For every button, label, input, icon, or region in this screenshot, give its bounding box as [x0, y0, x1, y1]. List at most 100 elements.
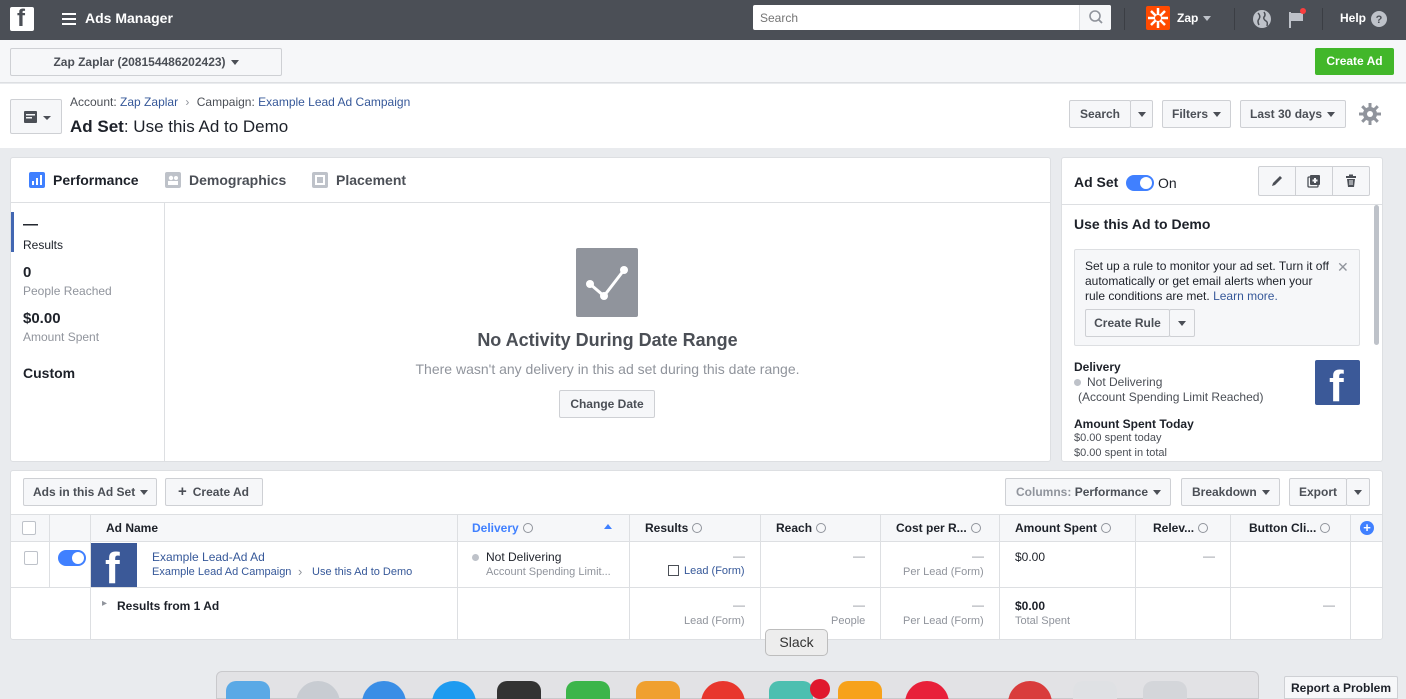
- ad-status-toggle[interactable]: [58, 550, 86, 566]
- search-dropdown-button[interactable]: [1130, 100, 1153, 128]
- dock-tooltip: Slack: [765, 629, 828, 656]
- column-relevance[interactable]: Relev...: [1153, 521, 1209, 535]
- ad-delivery-status: Not Delivering: [472, 550, 561, 564]
- column-results[interactable]: Results: [645, 521, 703, 535]
- change-date-button[interactable]: Change Date: [559, 390, 655, 418]
- info-icon[interactable]: [522, 522, 533, 533]
- close-icon[interactable]: ✕: [1337, 259, 1349, 276]
- facetime-icon[interactable]: [566, 681, 610, 699]
- account-name: Zap: [1177, 11, 1199, 25]
- ad-campaign-link[interactable]: Example Lead Ad Campaign: [152, 566, 291, 578]
- column-reach[interactable]: Reach: [776, 521, 827, 535]
- breadcrumb-campaign-link[interactable]: Example Lead Ad Campaign: [258, 95, 410, 109]
- grid-line: [760, 514, 761, 639]
- add-column-plus-icon[interactable]: +: [1360, 521, 1374, 535]
- filters-button[interactable]: Filters: [1162, 100, 1231, 128]
- facebook-logo-icon[interactable]: f: [10, 5, 34, 32]
- panel-scrollbar[interactable]: [1374, 205, 1379, 345]
- ad-set-actions: [1258, 166, 1370, 196]
- column-delivery[interactable]: Delivery: [472, 521, 533, 535]
- ad-preview-thumbnail[interactable]: f: [1315, 360, 1360, 405]
- grid-line: [1230, 514, 1231, 639]
- info-icon[interactable]: [970, 522, 981, 533]
- info-icon[interactable]: [1101, 522, 1111, 533]
- metric-reach-label[interactable]: People Reached: [23, 284, 112, 298]
- pencil-app-icon[interactable]: [636, 681, 680, 699]
- create-rule-dropdown[interactable]: [1169, 309, 1195, 337]
- app-title[interactable]: Ads Manager: [85, 10, 173, 26]
- menu-icon[interactable]: [62, 12, 76, 26]
- info-icon[interactable]: [816, 522, 827, 533]
- table-create-ad-button[interactable]: + Create Ad: [165, 478, 263, 506]
- breadcrumb-account-link[interactable]: Zap Zaplar: [120, 95, 178, 109]
- ads-scope-dropdown[interactable]: Ads in this Ad Set: [23, 478, 157, 506]
- duplicate-icon[interactable]: [1296, 167, 1333, 195]
- search-button[interactable]: [1079, 5, 1111, 30]
- settings-gear-icon[interactable]: [1358, 102, 1382, 126]
- column-cost-per-result[interactable]: Cost per R...: [896, 521, 981, 535]
- column-ad-name[interactable]: Ad Name: [106, 521, 158, 535]
- globe-icon[interactable]: [1252, 9, 1272, 29]
- info-icon[interactable]: [1320, 522, 1331, 533]
- tab-demographics[interactable]: Demographics: [189, 172, 286, 188]
- select-all-checkbox[interactable]: [22, 521, 36, 535]
- metric-spent-value[interactable]: $0.00: [23, 310, 61, 327]
- expand-chevron-icon[interactable]: ▸: [102, 598, 107, 609]
- finder-icon[interactable]: [226, 681, 270, 699]
- delete-trash-icon[interactable]: [1333, 167, 1369, 195]
- ad-adset-link[interactable]: Use this Ad to Demo: [312, 566, 412, 578]
- row-checkbox[interactable]: [24, 551, 38, 565]
- slack-icon[interactable]: [769, 681, 813, 699]
- ad-thumbnail[interactable]: f: [91, 543, 137, 587]
- flag-icon[interactable]: [1286, 8, 1308, 30]
- amount-spent-today-value: $0.00 spent today: [1074, 432, 1162, 444]
- ad-set-status-toggle[interactable]: [1126, 175, 1154, 191]
- metric-results-value[interactable]: —: [23, 216, 38, 233]
- tab-placement[interactable]: Placement: [336, 172, 406, 188]
- export-dropdown[interactable]: [1346, 478, 1370, 506]
- music-app-icon[interactable]: [838, 681, 882, 699]
- breakdown-button[interactable]: Breakdown: [1181, 478, 1280, 506]
- export-button[interactable]: Export: [1289, 478, 1347, 506]
- grid-line: [11, 587, 1382, 588]
- columns-value: Performance: [1074, 485, 1149, 499]
- columns-selector[interactable]: Columns: Performance: [1005, 478, 1171, 506]
- metric-results-label[interactable]: Results: [23, 238, 63, 252]
- tab-performance[interactable]: Performance: [53, 172, 139, 188]
- preview-icon[interactable]: [1073, 681, 1117, 699]
- report-a-problem-button[interactable]: Report a Problem: [1284, 676, 1398, 699]
- create-ad-button[interactable]: Create Ad: [1315, 48, 1394, 75]
- chevron-down-icon: [1153, 490, 1162, 496]
- account-menu[interactable]: Zap: [1177, 11, 1212, 25]
- info-icon[interactable]: [1198, 522, 1209, 533]
- help-menu[interactable]: Help: [1340, 11, 1366, 25]
- view-switcher-button[interactable]: [10, 99, 62, 134]
- trash-icon[interactable]: [1143, 681, 1187, 699]
- ad-name-link[interactable]: Example Lead-Ad Ad: [152, 550, 265, 564]
- ad-account-selector[interactable]: Zap Zaplar (208154486202423): [10, 48, 282, 76]
- ad-results-type[interactable]: Lead (Form): [668, 564, 745, 577]
- chevron-down-icon: [1203, 16, 1212, 22]
- account-avatar-icon[interactable]: [1146, 6, 1170, 30]
- topbar-divider: [1124, 8, 1125, 30]
- metric-custom-link[interactable]: Custom: [23, 365, 75, 381]
- metric-spent-label[interactable]: Amount Spent: [23, 330, 99, 344]
- help-icon[interactable]: ?: [1370, 10, 1388, 28]
- global-search-input[interactable]: [753, 5, 1079, 30]
- column-amount-spent[interactable]: Amount Spent: [1015, 521, 1111, 535]
- sort-ascending-icon[interactable]: [604, 524, 612, 529]
- create-rule-button[interactable]: Create Rule: [1085, 309, 1170, 337]
- header-search-button[interactable]: Search: [1069, 100, 1131, 128]
- column-button-clicks[interactable]: Button Cli...: [1249, 521, 1331, 535]
- metric-reach-value[interactable]: 0: [23, 264, 31, 281]
- system-preferences-icon[interactable]: [497, 681, 541, 699]
- notification-badge: [810, 679, 830, 699]
- column-results-label: Results: [645, 521, 689, 535]
- date-range-button[interactable]: Last 30 days: [1240, 100, 1346, 128]
- learn-more-link[interactable]: Learn more.: [1213, 289, 1278, 303]
- info-icon[interactable]: [692, 522, 703, 533]
- edit-pencil-icon[interactable]: [1259, 167, 1296, 195]
- download-form-icon: [668, 564, 679, 576]
- facebook-logo-letter: f: [1329, 362, 1344, 405]
- summary-reach-value: —: [853, 598, 865, 612]
